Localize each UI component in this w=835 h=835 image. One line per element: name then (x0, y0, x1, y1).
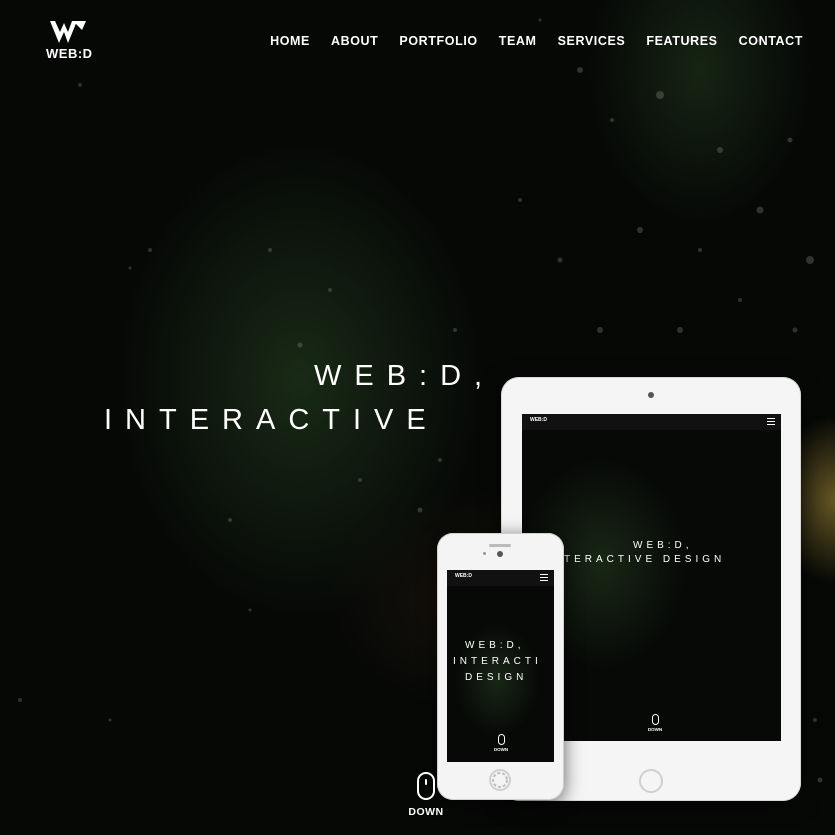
brand-name: WEB:D (46, 46, 93, 61)
nav-team[interactable]: TEAM (499, 34, 537, 48)
phone-screen: WEB:D WEB:D, INTERACTI DESIGN DOWN (447, 570, 554, 762)
loading-spinner-icon (492, 772, 508, 788)
tablet-screen-header: WEB:D (522, 414, 781, 430)
scroll-mouse-icon (497, 734, 505, 745)
nav-features[interactable]: FEATURES (646, 34, 717, 48)
phone-screen-logo: WEB:D (455, 573, 472, 579)
phone-screen-title-line2: INTERACTI (453, 656, 542, 667)
tablet-camera (648, 392, 654, 398)
hero-title-line2: INTERACTIVE (104, 404, 439, 436)
hamburger-menu-icon (767, 418, 775, 427)
hamburger-menu-icon (540, 574, 548, 583)
tablet-screen-down-label: DOWN (647, 727, 663, 732)
phone-speaker (489, 544, 511, 547)
nav-home[interactable]: HOME (270, 34, 310, 48)
nav-about[interactable]: ABOUT (331, 34, 378, 48)
phone-screen-header: WEB:D (447, 570, 554, 586)
phone-camera (497, 551, 503, 557)
nav-services[interactable]: SERVICES (558, 34, 626, 48)
scroll-mouse-icon (651, 714, 659, 725)
brand-logo[interactable]: WEB:D (46, 20, 93, 61)
nav-portfolio[interactable]: PORTFOLIO (399, 34, 477, 48)
phone-sensor (483, 552, 486, 555)
tablet-screen-title-line2: TERACTIVE DESIGN (564, 554, 726, 565)
tablet-screen-logo: WEB:D (530, 417, 547, 423)
phone-screen-title-line3: DESIGN (465, 672, 528, 683)
phone-screen-title-line1: WEB:D, (465, 640, 525, 651)
hero-title-line1: WEB:D, (314, 360, 496, 392)
phone-screen-down: DOWN (489, 734, 513, 752)
tablet-screen-title-line1: WEB:D, (633, 540, 693, 551)
scroll-mouse-icon (417, 772, 435, 800)
tablet-screen-down: DOWN (643, 714, 667, 732)
nav-contact[interactable]: CONTACT (739, 34, 803, 48)
tablet-home-button (639, 769, 663, 793)
phone-mockup: WEB:D WEB:D, INTERACTI DESIGN DOWN (437, 533, 564, 800)
scroll-down-indicator[interactable]: DOWN (402, 772, 450, 818)
scroll-down-label: DOWN (408, 806, 444, 818)
logo-w-icon (50, 21, 86, 43)
phone-screen-down-label: DOWN (493, 747, 509, 752)
main-nav: HOME ABOUT PORTFOLIO TEAM SERVICES FEATU… (270, 34, 803, 48)
